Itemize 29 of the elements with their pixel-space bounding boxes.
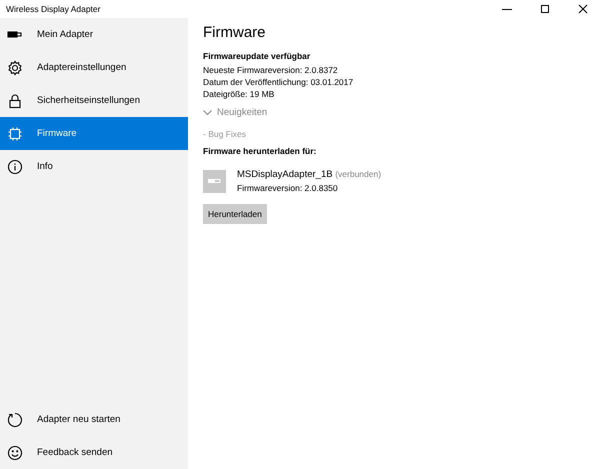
news-toggle[interactable]: Neuigkeiten (203, 107, 268, 118)
sidebar-item[interactable]: Adaptereinstellungen (0, 51, 188, 84)
download-button[interactable]: Herunterladen (203, 204, 267, 224)
detail-text: Neueste Firmwareversion: 2.0.8372 (203, 64, 339, 76)
chip-icon (7, 126, 23, 142)
sidebar-item[interactable]: Info (0, 150, 188, 183)
detail-text: Dateigröße: 19 MB (203, 88, 276, 100)
section-heading: Firmwareupdate verfügbar (203, 51, 312, 61)
news-text: - Bug Fixes (203, 129, 247, 139)
sidebar-item[interactable]: Adapter neu starten (0, 403, 188, 436)
adapter-icon (203, 170, 226, 193)
sidebar-item[interactable]: Sicherheitseinstellungen (0, 84, 188, 117)
close-icon[interactable] (578, 4, 588, 14)
lock-icon (7, 92, 23, 108)
device-version: Firmwareversion: 2.0.8350 (237, 182, 339, 194)
page-title: Firmware (203, 24, 266, 41)
window-title: Wireless Display Adapter (6, 4, 100, 14)
device-name: MSDisplayAdapter_1B (verbunden) (237, 169, 382, 180)
smiley-icon (7, 444, 23, 460)
detail-text: Datum der Veröffentlichung: 03.01.2017 (203, 76, 354, 88)
chevron-icon (203, 110, 212, 116)
sidebar-item[interactable]: Mein Adapter (0, 18, 188, 51)
sidebar-item[interactable]: Feedback senden (0, 436, 188, 469)
maximize-icon[interactable] (540, 4, 550, 14)
section-heading: Firmware herunterladen für: (203, 146, 318, 156)
info-icon (7, 158, 23, 174)
settings-icon (7, 60, 23, 76)
restart-icon (7, 412, 23, 428)
sidebar-item[interactable]: Firmware (0, 117, 188, 150)
